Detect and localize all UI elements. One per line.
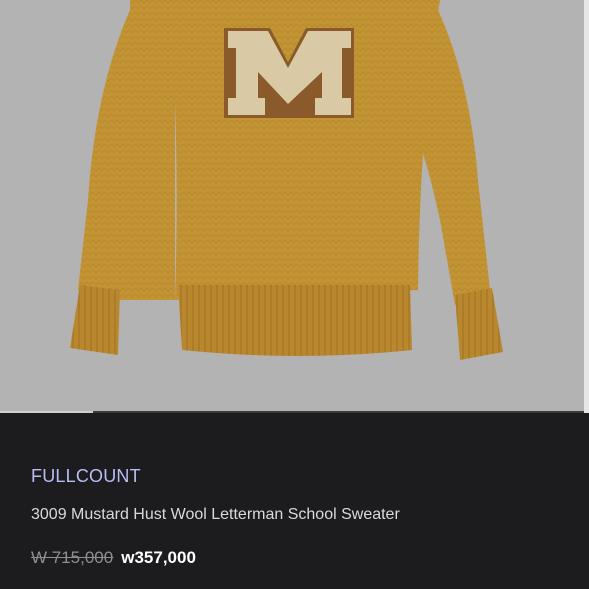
original-price: W 715,000 [31,548,114,567]
product-image[interactable] [0,0,584,413]
gallery-progress-fill [0,411,94,413]
sale-price: w357,000 [121,548,196,567]
product-title[interactable]: 3009 Mustard Hust Wool Letterman School … [31,506,400,524]
waist-ribbing [178,285,412,356]
image-edge [584,0,589,413]
gallery-progress [0,411,584,413]
sweater-illustration [70,0,503,360]
price-row: W 715,000 w357,000 [31,548,196,568]
brand-name[interactable]: FULLCOUNT [31,466,141,487]
